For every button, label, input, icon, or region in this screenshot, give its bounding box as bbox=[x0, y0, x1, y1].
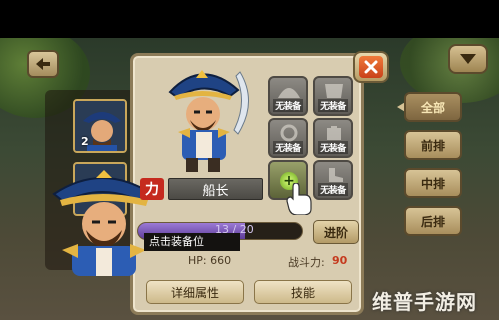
equipment-slot[interactable]: 无装备 bbox=[313, 76, 353, 116]
equipment-slot[interactable]: 无装备 bbox=[313, 160, 353, 200]
detail-attributes-button[interactable]: 详细属性 bbox=[146, 280, 244, 304]
close-button[interactable] bbox=[353, 51, 389, 83]
chevron-down-icon bbox=[460, 54, 476, 64]
hero-level-number: 2 bbox=[81, 135, 89, 148]
equipment-slot-label: 无装备 bbox=[273, 99, 303, 112]
tooltip-text: 点击装备位 bbox=[144, 233, 240, 251]
equipment-slot-label: 无装备 bbox=[318, 99, 348, 112]
advance-button[interactable]: 进阶 bbox=[313, 220, 359, 244]
menu-dropdown-button[interactable] bbox=[448, 44, 488, 74]
skills-button[interactable]: 技能 bbox=[254, 280, 352, 304]
captain-hero-figure bbox=[168, 70, 249, 172]
tab-middle-row[interactable]: 中排 bbox=[404, 168, 462, 198]
equipment-slot[interactable]: 无装备 bbox=[268, 76, 308, 116]
back-arrow-icon bbox=[36, 58, 50, 70]
armor-icon bbox=[325, 84, 343, 98]
back-button[interactable] bbox=[27, 50, 59, 78]
hero-list-item[interactable]: 2 bbox=[73, 99, 127, 153]
strength-type-badge: 力 bbox=[140, 178, 164, 200]
combat-power-value: 90 bbox=[332, 254, 348, 267]
boots-icon bbox=[329, 168, 343, 182]
pointer-hand-icon bbox=[286, 183, 312, 215]
hero-stats-row: HP: 660 战斗力: 90 bbox=[140, 254, 355, 269]
equipment-slot-label: 无装备 bbox=[318, 183, 348, 196]
site-watermark: 维普手游网 bbox=[372, 290, 477, 314]
equipment-slot-label: 无装备 bbox=[318, 141, 348, 154]
hp-stat: HP: 660 bbox=[188, 254, 232, 267]
amulet-icon bbox=[280, 124, 298, 142]
close-icon bbox=[364, 60, 378, 74]
equipment-slot[interactable]: 无装备 bbox=[268, 118, 308, 158]
equipment-slot-label: 无装备 bbox=[273, 141, 303, 154]
helmet-icon bbox=[278, 88, 300, 98]
hero-name: 船长 bbox=[168, 178, 263, 200]
combat-power-label: 战斗力: bbox=[288, 256, 325, 269]
top-black-bar bbox=[0, 0, 499, 38]
equipment-slot[interactable]: 无装备 bbox=[313, 118, 353, 158]
gloves-icon bbox=[327, 126, 341, 140]
tab-front-row[interactable]: 前排 bbox=[404, 130, 462, 160]
tab-all[interactable]: 全部 bbox=[404, 92, 462, 122]
tab-back-row[interactable]: 后排 bbox=[404, 206, 462, 236]
